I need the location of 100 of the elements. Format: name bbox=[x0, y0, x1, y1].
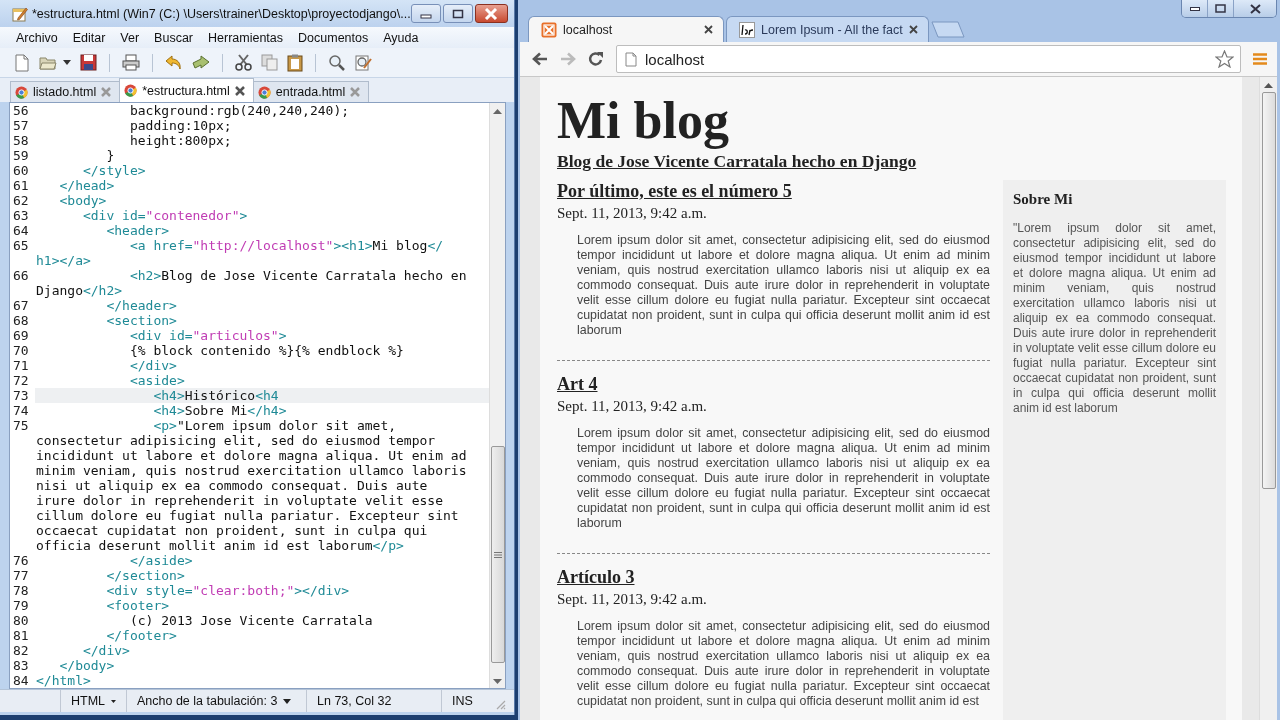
up-arrow-icon[interactable] bbox=[1264, 83, 1273, 88]
browser-logo-icon bbox=[15, 85, 28, 99]
scrollbar-thumb[interactable] bbox=[1261, 92, 1276, 489]
close-icon[interactable] bbox=[704, 25, 713, 34]
file-tab[interactable]: entrada.html bbox=[252, 81, 370, 102]
find-replace-icon[interactable] bbox=[355, 53, 373, 72]
line-number: 76 bbox=[12, 553, 30, 568]
close-icon[interactable] bbox=[234, 85, 245, 96]
reload-icon[interactable] bbox=[588, 51, 604, 67]
line-number: 63 bbox=[12, 208, 30, 223]
article-body: Lorem ipsum dolor sit amet, consectetur adipisicing elit, sed do eiusmod tempor incididunt ut labore et dolore magna aliqua. Ut enim ad minim veniam, quis nostrud exercitation ullamco laboris nisi ut aliquip ex ea commodo consequat. Duis aute irure dolor in reprehenderit in voluptate velit esse cillum dolore eu fugiat nulla pariatur. Excepteur sint occaecat cupidatat non proident, sunt in culpa qui officia deserunt mollit anim id est laborum bbox=[577, 233, 990, 338]
code-line: <h2>Blog de Jose Vicente Carratala hecho en bbox=[128, 268, 468, 283]
article-body: Lorem ipsum dolor sit amet, consectetur adipisicing elit, sed do eiusmod tempor incididunt ut labore et dolore magna aliqua. Ut enim ad minim veniam, quis nostrud exercitation ullamco laboris nisi ut aliquip ex ea commodo consequat. Duis aute irure dolor in reprehenderit in voluptate velit esse cillum dolore eu fugiat nulla pariatur. Excepteur sint occaecat cupidatat non proident, sunt in culpa qui officia deserunt mollit anim id est bbox=[577, 619, 990, 709]
line-number: 61 bbox=[12, 178, 30, 193]
menu-item[interactable]: Archivo bbox=[16, 30, 58, 45]
line-number: 84 bbox=[12, 673, 30, 688]
line-number: 83 bbox=[12, 658, 30, 673]
code-line: cillum dolore eu fugiat nulla pariatur. Excepteur sint bbox=[35, 508, 460, 523]
code-line: </div> bbox=[128, 358, 178, 373]
save-icon[interactable] bbox=[80, 54, 97, 71]
code-line: nisi ut aliquip ex ea commodo consequat. Duis aute bbox=[35, 478, 429, 493]
code-line: </body> bbox=[58, 658, 116, 673]
article-title-link[interactable]: Por último, este es el número 5 bbox=[557, 180, 792, 202]
close-icon bbox=[484, 7, 499, 20]
resize-grip-icon[interactable] bbox=[496, 700, 506, 710]
menu-item[interactable]: Editar bbox=[72, 30, 106, 45]
up-arrow-icon[interactable] bbox=[493, 109, 502, 114]
close-icon bbox=[1249, 3, 1261, 14]
blog-title[interactable]: Mi blog bbox=[557, 91, 729, 151]
browser-tab[interactable]: localhost bbox=[528, 16, 724, 42]
line-number: 67 bbox=[12, 298, 30, 313]
article-title-link[interactable]: Art 4 bbox=[557, 373, 598, 395]
star-icon[interactable] bbox=[1215, 50, 1234, 68]
redo-icon[interactable] bbox=[192, 54, 210, 71]
code-editor[interactable] bbox=[9, 102, 506, 689]
down-arrow-icon[interactable] bbox=[493, 679, 502, 684]
menu-item[interactable]: Ayuda bbox=[383, 30, 419, 45]
scrollbar[interactable] bbox=[1259, 77, 1277, 720]
code-line: <aside> bbox=[128, 373, 186, 388]
scrollbar-thumb[interactable] bbox=[490, 446, 505, 663]
code-line: officia deserunt mollit anim id est laborum</p> bbox=[35, 538, 405, 553]
menu-item[interactable]: Documentos bbox=[298, 30, 369, 45]
code-line: } bbox=[105, 148, 116, 163]
code-line: <p>"Lorem ipsum dolor sit amet, bbox=[152, 418, 398, 433]
printer-icon[interactable] bbox=[122, 54, 140, 71]
insert-mode: INS bbox=[441, 690, 496, 712]
file-tab[interactable]: listado.html bbox=[10, 81, 121, 102]
menu-item[interactable]: Herramientas bbox=[208, 30, 284, 45]
minimize-button[interactable] bbox=[1182, 0, 1208, 17]
notepad-icon bbox=[12, 5, 28, 22]
new-file-icon[interactable] bbox=[14, 53, 30, 72]
article-date: Sept. 11, 2013, 9:42 a.m. bbox=[557, 397, 707, 416]
article-body: Lorem ipsum dolor sit amet, consectetur adipisicing elit, sed do eiusmod tempor incididunt ut labore et dolore magna aliqua. Ut enim ad minim veniam, quis nostrud exercitation ullamco laboris nisi ut aliquip ex ea commodo consequat. Duis aute irure dolor in reprehenderit in voluptate velit esse cillum dolore eu fugiat nulla pariatur. Excepteur sint occaecat cupidatat non proident, sunt in culpa qui officia deserunt mollit anim id est laborum bbox=[577, 426, 990, 531]
code-line: background:rgb(240,240,240); bbox=[128, 103, 351, 118]
close-icon[interactable] bbox=[908, 25, 918, 34]
menu-item[interactable]: Ver bbox=[120, 30, 140, 45]
code-line: </aside> bbox=[128, 553, 194, 568]
close-button[interactable] bbox=[1234, 0, 1276, 17]
code-line: <div id="contenedor"> bbox=[81, 208, 249, 223]
file-tab[interactable]: *estructura.html bbox=[119, 78, 254, 102]
browser-tab[interactable]: Lorem Ipsum - All the fact bbox=[726, 16, 929, 42]
clipboard-icon[interactable] bbox=[287, 53, 303, 72]
code-line: Django</h2> bbox=[35, 283, 124, 298]
line-number: 73 bbox=[12, 388, 30, 403]
line-number: 78 bbox=[12, 583, 30, 598]
address-bar[interactable]: localhost bbox=[616, 45, 1241, 73]
browser-logo-icon bbox=[124, 84, 138, 97]
scrollbar[interactable] bbox=[489, 103, 505, 688]
code-line: </div> bbox=[81, 643, 131, 658]
language-dropdown[interactable]: HTML bbox=[60, 690, 126, 712]
scissors-icon[interactable] bbox=[235, 54, 252, 71]
code-line: </html> bbox=[35, 673, 92, 688]
undo-icon[interactable] bbox=[165, 54, 183, 71]
code-line: occaecat cupidatat non proident, sunt in culpa qui bbox=[35, 523, 429, 538]
line-number: 70 bbox=[12, 343, 30, 358]
line-number: 60 bbox=[12, 163, 30, 178]
line-number: 82 bbox=[12, 643, 30, 658]
folder-icon[interactable] bbox=[39, 54, 57, 71]
code-line: padding:10px; bbox=[128, 118, 233, 133]
close-button[interactable] bbox=[474, 4, 508, 23]
line-number: 66 bbox=[12, 268, 30, 283]
caret-icon bbox=[283, 698, 292, 704]
code-line: incididunt ut labore et dolore magna aliqua. Ut enim ad bbox=[35, 448, 468, 463]
caret-icon[interactable] bbox=[63, 60, 71, 65]
maximize-button[interactable] bbox=[1208, 0, 1234, 17]
maximize-icon bbox=[1215, 4, 1226, 13]
back-arrow-icon[interactable] bbox=[532, 52, 548, 66]
browser-logo-icon bbox=[257, 85, 271, 99]
article-title-link[interactable]: Artículo 3 bbox=[557, 566, 635, 588]
search-icon[interactable] bbox=[328, 53, 346, 72]
code-line: <section> bbox=[105, 313, 178, 328]
maximize-button[interactable] bbox=[442, 4, 473, 23]
code-line: <h4>Sobre Mi</h4> bbox=[152, 403, 288, 418]
line-number: 81 bbox=[12, 628, 30, 643]
menu-icon[interactable] bbox=[1253, 52, 1267, 66]
sidebar-text: "Lorem ipsum dolor sit amet, consectetur adipisicing elit, sed do eiusmod tempor incididunt ut labore et dolore magna aliqua. Ut enim ad minim veniam, quis nostrud exercitation ullamco laboris nisi ut aliquip ex ea commodo consequat. Duis aute irure dolor in reprehenderit in voluptate velit esse cillum dolore eu fugiat nulla pariatur. Excepteur sint occaecat cupidatat non proident, sunt in culpa qui officia deserunt mollit anim id est laborum bbox=[1013, 221, 1216, 416]
tab-width-dropdown[interactable]: Ancho de la tabulación: 3 bbox=[126, 690, 306, 712]
code-line: </header> bbox=[105, 298, 178, 313]
menu-item[interactable]: Buscar bbox=[154, 30, 193, 45]
code-line: irure dolor in reprehenderit in voluptate velit esse bbox=[35, 493, 444, 508]
